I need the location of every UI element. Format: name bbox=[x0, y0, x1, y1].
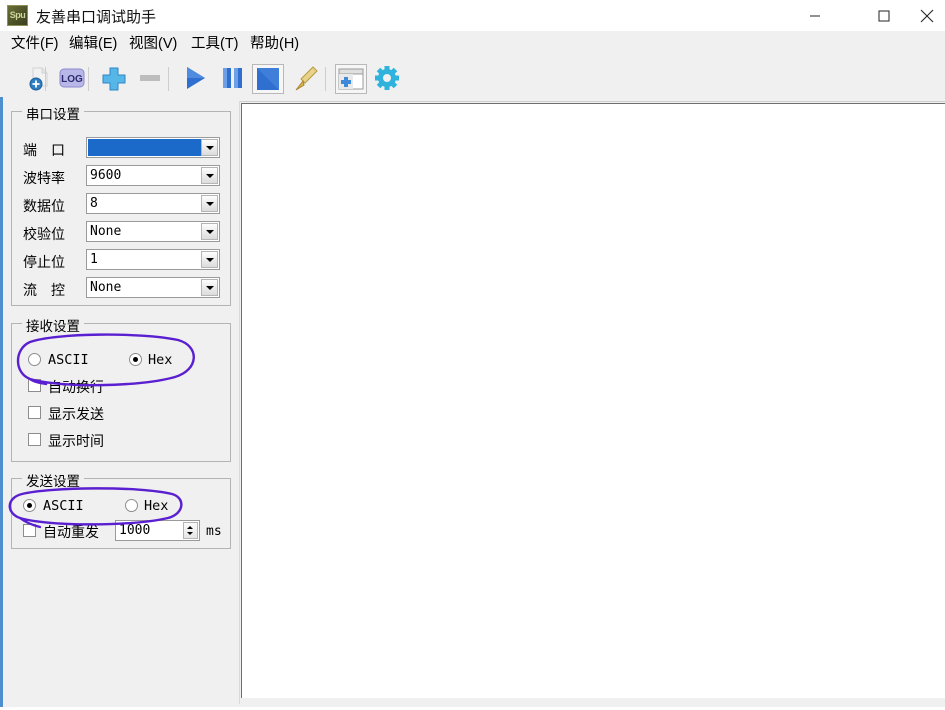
port-selection-highlight bbox=[88, 139, 203, 156]
stop-button[interactable] bbox=[252, 64, 284, 94]
port-label: 端 口 bbox=[23, 140, 65, 160]
new-window-button[interactable] bbox=[335, 64, 367, 94]
new-window-icon bbox=[336, 65, 366, 93]
minimize-icon bbox=[809, 10, 821, 22]
chevron-down-icon[interactable] bbox=[201, 223, 218, 240]
stop-icon bbox=[253, 65, 283, 93]
send-hex-radio[interactable] bbox=[125, 499, 138, 512]
chevron-down-icon[interactable] bbox=[201, 167, 218, 184]
pause-button[interactable] bbox=[217, 64, 249, 94]
toolbar: LOG bbox=[0, 57, 945, 102]
databits-value: 8 bbox=[90, 195, 98, 212]
baudrate-value: 9600 bbox=[90, 167, 121, 184]
menu-tools[interactable]: 工具(T) bbox=[188, 34, 242, 55]
chevron-down-icon[interactable] bbox=[201, 251, 218, 268]
toolbar-separator bbox=[168, 67, 169, 91]
auto-repeat-checkbox[interactable] bbox=[23, 524, 36, 537]
play-icon bbox=[180, 64, 210, 92]
databits-combobox[interactable]: 8 bbox=[86, 193, 220, 214]
output-text-content bbox=[243, 105, 945, 698]
title-bar: Spu 友善串口调试助手 bbox=[0, 0, 945, 32]
toolbar-separator bbox=[325, 67, 326, 91]
remove-button[interactable] bbox=[135, 64, 167, 94]
menu-help[interactable]: 帮助(H) bbox=[247, 34, 302, 55]
parity-value: None bbox=[90, 223, 121, 240]
flowcontrol-label: 流 控 bbox=[23, 280, 65, 300]
chevron-down-icon[interactable] bbox=[201, 195, 218, 212]
window-title: 友善串口调试助手 bbox=[36, 6, 156, 27]
stepper-arrows-icon[interactable] bbox=[183, 522, 198, 539]
menu-edit[interactable]: 编辑(E) bbox=[66, 34, 120, 55]
send-ascii-radio[interactable] bbox=[23, 499, 36, 512]
close-icon bbox=[920, 9, 934, 23]
chevron-down-icon[interactable] bbox=[201, 279, 218, 296]
auto-wrap-label: 自动换行 bbox=[48, 377, 104, 397]
show-time-checkbox[interactable] bbox=[28, 433, 41, 446]
send-hex-label: Hex bbox=[144, 498, 168, 514]
new-document-button[interactable] bbox=[25, 64, 57, 94]
maximize-button[interactable] bbox=[861, 0, 907, 31]
flowcontrol-combobox[interactable]: None bbox=[86, 277, 220, 298]
log-button[interactable]: LOG bbox=[57, 64, 89, 94]
maximize-icon bbox=[878, 10, 890, 22]
clear-broom-icon bbox=[291, 64, 321, 92]
stopbits-label: 停止位 bbox=[23, 252, 65, 272]
new-document-icon bbox=[25, 64, 55, 92]
clear-button[interactable] bbox=[291, 64, 323, 94]
receive-ascii-label: ASCII bbox=[48, 352, 89, 368]
menu-file[interactable]: 文件(F) bbox=[8, 34, 62, 55]
stopbits-value: 1 bbox=[90, 251, 98, 268]
menu-bar: 文件(F) 编辑(E) 视图(V) 工具(T) 帮助(H) bbox=[0, 31, 945, 58]
receive-hex-radio[interactable] bbox=[129, 353, 142, 366]
remove-icon bbox=[135, 64, 165, 92]
settings-gear-icon bbox=[372, 64, 402, 92]
svg-text:LOG: LOG bbox=[61, 74, 83, 85]
baudrate-label: 波特率 bbox=[23, 168, 65, 188]
close-button[interactable] bbox=[908, 0, 945, 31]
stopbits-combobox[interactable]: 1 bbox=[86, 249, 220, 270]
minimize-button[interactable] bbox=[792, 0, 838, 31]
parity-label: 校验位 bbox=[23, 224, 65, 244]
application-window: Spu 友善串口调试助手 文件(F) 编辑(E) 视图(V) 工具(T) 帮助(… bbox=[0, 0, 945, 710]
toolbar-separator bbox=[88, 67, 89, 91]
play-button[interactable] bbox=[180, 64, 212, 94]
toolbar-separator bbox=[45, 67, 46, 91]
databits-label: 数据位 bbox=[23, 196, 65, 216]
receive-hex-label: Hex bbox=[148, 352, 172, 368]
app-icon: Spu bbox=[7, 5, 28, 26]
chevron-down-icon[interactable] bbox=[201, 139, 218, 156]
add-button[interactable] bbox=[99, 64, 131, 94]
flowcontrol-value: None bbox=[90, 279, 121, 296]
baudrate-combobox[interactable]: 9600 bbox=[86, 165, 220, 186]
pause-icon bbox=[217, 64, 247, 92]
send-settings-title: 发送设置 bbox=[22, 470, 84, 490]
show-time-label: 显示时间 bbox=[48, 431, 104, 451]
window-left-border bbox=[0, 97, 3, 710]
settings-panel: 串口设置 端 口 波特率 9600 数据位 8 校验位 None 停止位 bbox=[3, 101, 240, 704]
receive-ascii-radio[interactable] bbox=[28, 353, 41, 366]
settings-button[interactable] bbox=[372, 64, 404, 94]
port-combobox[interactable] bbox=[86, 137, 220, 158]
serial-settings-title: 串口设置 bbox=[22, 103, 84, 123]
auto-repeat-interval-stepper[interactable]: 1000 bbox=[115, 520, 200, 541]
auto-repeat-interval-value: 1000 bbox=[119, 522, 150, 539]
receive-settings-title: 接收设置 bbox=[22, 315, 84, 335]
auto-repeat-label: 自动重发 bbox=[43, 522, 99, 542]
receive-settings-group: 接收设置 bbox=[11, 323, 231, 462]
parity-combobox[interactable]: None bbox=[86, 221, 220, 242]
output-text-area[interactable] bbox=[241, 103, 945, 698]
auto-wrap-checkbox[interactable] bbox=[28, 379, 41, 392]
menu-view[interactable]: 视图(V) bbox=[126, 34, 180, 55]
show-sent-checkbox[interactable] bbox=[28, 406, 41, 419]
log-icon: LOG bbox=[57, 64, 87, 92]
show-sent-label: 显示发送 bbox=[48, 404, 104, 424]
add-icon bbox=[99, 64, 129, 92]
send-ascii-label: ASCII bbox=[43, 498, 84, 514]
auto-repeat-unit-label: ms bbox=[206, 524, 222, 539]
